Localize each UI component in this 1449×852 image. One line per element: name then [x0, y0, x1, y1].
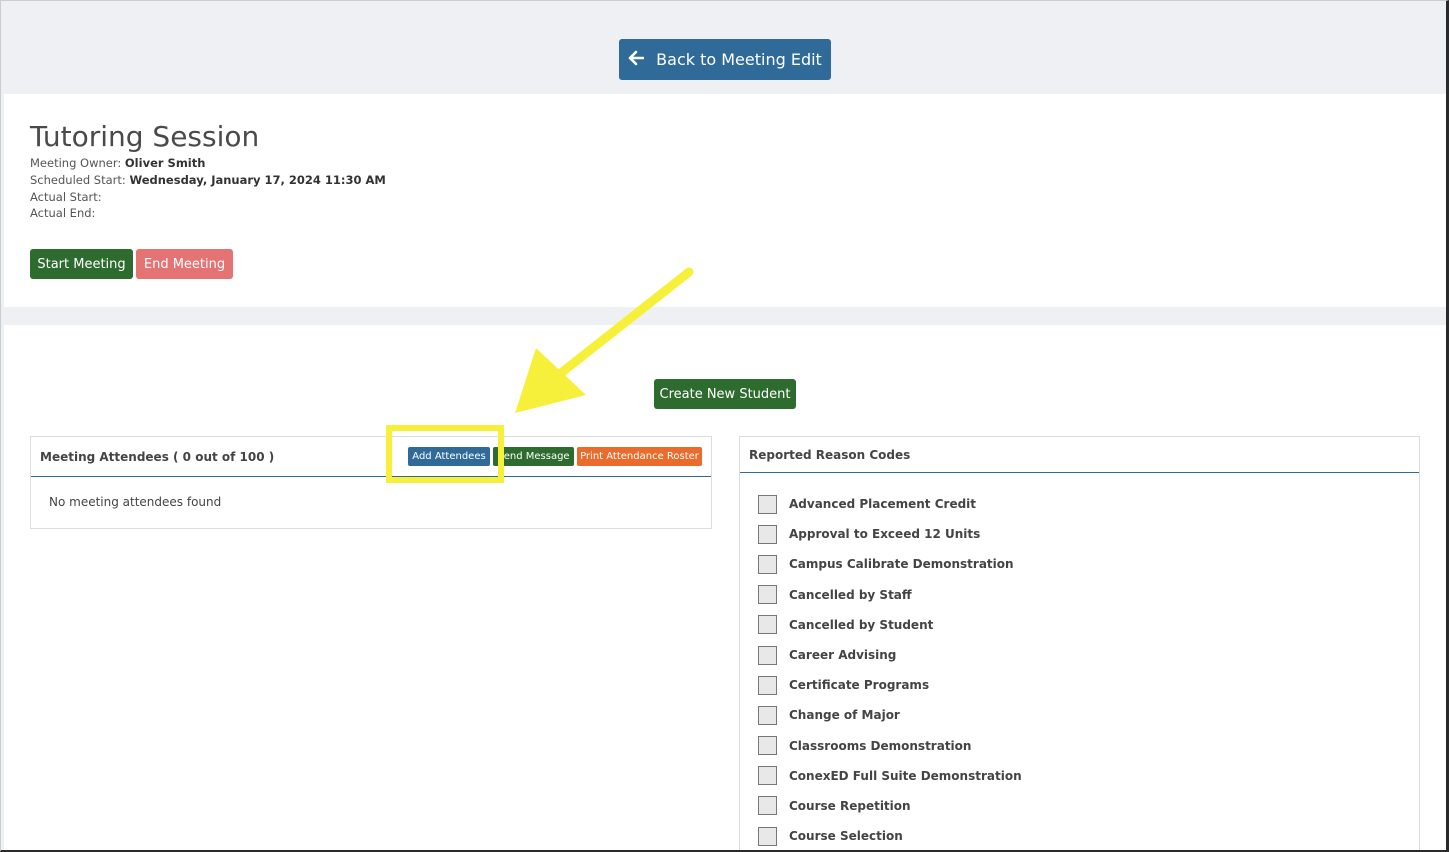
reason-code-item: Advanced Placement Credit: [758, 489, 1022, 519]
reason-label: ConexED Full Suite Demonstration: [789, 768, 1022, 783]
reason-checkbox[interactable]: [758, 736, 777, 756]
highlight-box: [386, 425, 504, 483]
arrow-left-icon: [628, 50, 645, 70]
reason-code-item: Cancelled by Student: [758, 610, 1022, 640]
reason-codes-panel: Reported Reason Codes Advanced Placement…: [739, 436, 1420, 850]
meeting-body-card: Create New Student Meeting Attendees ( 0…: [4, 325, 1446, 850]
attendees-panel: Meeting Attendees ( 0 out of 100 ) Add A…: [30, 436, 712, 529]
reason-checkbox[interactable]: [758, 494, 777, 514]
meeting-owner: Meeting Owner: Oliver Smith: [30, 156, 206, 170]
actual-start: Actual Start:: [30, 190, 102, 204]
reason-code-item: Course Repetition: [758, 791, 1022, 821]
reason-label: Cancelled by Student: [789, 617, 934, 632]
back-button-label: Back to Meeting Edit: [656, 50, 822, 69]
reason-checkbox[interactable]: [758, 705, 777, 725]
reason-codes-list: Advanced Placement Credit Approval to Exc…: [758, 489, 1022, 850]
reason-code-item: Career Advising: [758, 640, 1022, 670]
reason-label: Advanced Placement Credit: [789, 497, 977, 512]
reason-code-item: Approval to Exceed 12 Units: [758, 519, 1022, 549]
reason-label: Cancelled by Staff: [789, 587, 912, 602]
reason-label: Classrooms Demonstration: [789, 738, 972, 753]
reason-code-item: Cancelled by Staff: [758, 580, 1022, 610]
reason-checkbox[interactable]: [758, 615, 777, 635]
reason-checkbox[interactable]: [758, 645, 777, 665]
scheduled-start-value: Wednesday, January 17, 2024 11:30 AM: [129, 173, 386, 187]
reason-codes-title: Reported Reason Codes: [749, 448, 911, 462]
print-attendance-roster-button[interactable]: Print Attendance Roster: [577, 447, 702, 466]
reason-label: Certificate Programs: [789, 678, 930, 693]
send-message-button[interactable]: Send Message: [493, 447, 574, 466]
reason-code-item: ConexED Full Suite Demonstration: [758, 761, 1022, 791]
reason-checkbox[interactable]: [758, 826, 777, 846]
reason-code-item: Certificate Programs: [758, 670, 1022, 700]
reason-label: Course Selection: [789, 829, 903, 844]
reason-code-item: Course Selection: [758, 821, 1022, 850]
page-title: Tutoring Session: [30, 120, 260, 153]
reason-label: Campus Calibrate Demonstration: [789, 557, 1014, 572]
reason-code-item: Campus Calibrate Demonstration: [758, 549, 1022, 579]
reason-checkbox[interactable]: [758, 554, 777, 574]
reason-label: Change of Major: [789, 708, 900, 723]
meeting-header-card: Tutoring Session Meeting Owner: Oliver S…: [4, 94, 1446, 307]
reason-label: Course Repetition: [789, 798, 911, 813]
end-meeting-button[interactable]: End Meeting: [136, 249, 233, 279]
reason-code-item: Classrooms Demonstration: [758, 731, 1022, 761]
start-meeting-button[interactable]: Start Meeting: [30, 249, 133, 279]
reason-checkbox[interactable]: [758, 766, 777, 786]
reason-label: Approval to Exceed 12 Units: [789, 527, 981, 542]
reason-checkbox[interactable]: [758, 524, 777, 544]
actual-end: Actual End:: [30, 206, 96, 220]
reason-checkbox[interactable]: [758, 796, 777, 816]
attendees-panel-header: Meeting Attendees ( 0 out of 100 ) Add A…: [31, 437, 711, 477]
attendees-empty-text: No meeting attendees found: [49, 495, 222, 509]
attendees-title: Meeting Attendees ( 0 out of 100 ): [40, 450, 275, 464]
reason-code-item: Change of Major: [758, 700, 1022, 730]
back-to-meeting-edit-button[interactable]: Back to Meeting Edit: [619, 39, 831, 80]
meeting-owner-value: Oliver Smith: [124, 156, 206, 170]
reason-label: Career Advising: [789, 648, 897, 663]
top-bar: Back to Meeting Edit: [1, 1, 1446, 94]
scheduled-start: Scheduled Start: Wednesday, January 17, …: [30, 173, 386, 187]
reason-checkbox[interactable]: [758, 585, 777, 605]
create-new-student-button[interactable]: Create New Student: [654, 379, 796, 409]
reason-checkbox[interactable]: [758, 675, 777, 695]
reason-codes-header: Reported Reason Codes: [740, 437, 1419, 473]
app-frame: Back to Meeting Edit Tutoring Session Me…: [0, 0, 1449, 852]
